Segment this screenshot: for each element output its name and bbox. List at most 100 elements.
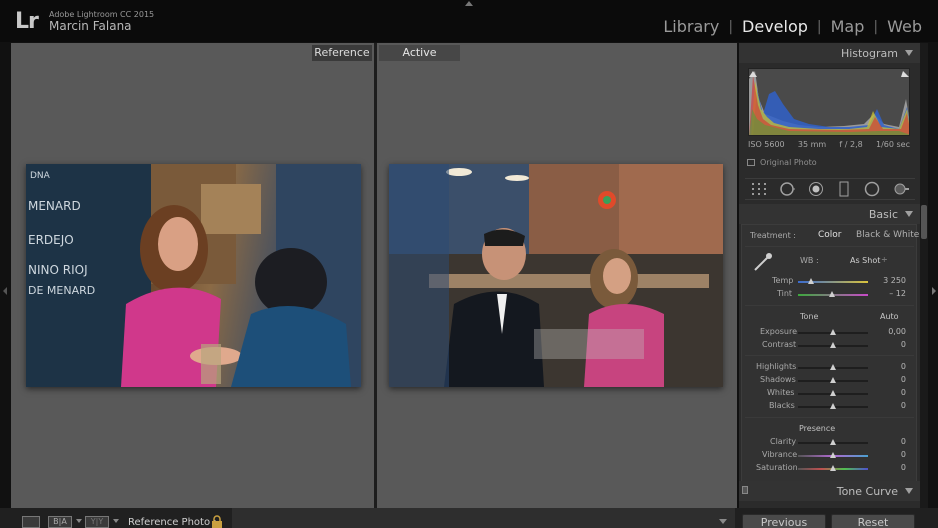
graduated-filter-icon[interactable]: [836, 181, 852, 197]
top-panel-toggle-icon[interactable]: [465, 1, 473, 6]
whites-label: Whites: [767, 388, 795, 397]
module-library[interactable]: Library: [663, 17, 719, 36]
contrast-value[interactable]: 0: [866, 340, 906, 349]
module-develop[interactable]: Develop: [742, 17, 808, 36]
histogram-graph: [748, 68, 910, 136]
highlights-slider-knob[interactable]: [830, 364, 836, 370]
contrast-slider-knob[interactable]: [830, 342, 836, 348]
lock-icon[interactable]: [211, 514, 223, 528]
vibrance-slider-knob[interactable]: [830, 452, 836, 458]
panel-scrollbar-thumb[interactable]: [921, 205, 927, 239]
module-picker: Library | Develop | Map | Web: [663, 17, 922, 36]
yy-dropdown-icon[interactable]: [113, 519, 119, 523]
active-tag: Active: [379, 45, 460, 61]
blacks-value[interactable]: 0: [866, 401, 906, 410]
crop-overlay-icon[interactable]: [751, 181, 767, 197]
eyedropper-icon[interactable]: [752, 251, 774, 277]
vibrance-value[interactable]: 0: [866, 450, 906, 459]
chalk-line-5: DE MENARD: [28, 284, 95, 297]
tint-slider[interactable]: [798, 291, 868, 297]
treatment-label: Treatment :: [750, 231, 796, 240]
red-eye-icon[interactable]: [808, 181, 824, 197]
whites-slider[interactable]: [798, 390, 868, 396]
exposure-slider[interactable]: [798, 329, 868, 335]
histogram-art: [749, 69, 909, 135]
left-panel-toggle-icon[interactable]: [3, 287, 7, 295]
spot-removal-icon[interactable]: [779, 181, 796, 197]
whites-value[interactable]: 0: [866, 388, 906, 397]
exposure-label: Exposure: [760, 327, 798, 336]
temp-slider-knob[interactable]: [808, 278, 814, 284]
basic-header[interactable]: Basic: [739, 204, 920, 224]
panel-switch-icon[interactable]: [742, 486, 748, 494]
tint-value[interactable]: – 12: [866, 289, 906, 298]
module-separator: |: [873, 18, 879, 35]
module-web[interactable]: Web: [887, 17, 922, 36]
tone-curve-header[interactable]: Tone Curve: [739, 481, 920, 501]
before-after-dropdown-icon[interactable]: [76, 519, 82, 523]
blacks-slider-knob[interactable]: [830, 403, 836, 409]
adjustment-brush-icon[interactable]: [893, 181, 909, 197]
highlights-slider[interactable]: [798, 364, 868, 370]
separator: [745, 355, 914, 356]
shutter-speed: 1/60 sec: [875, 140, 910, 149]
tone-curve-title: Tone Curve: [836, 485, 898, 498]
separator: [745, 305, 914, 306]
highlights-value[interactable]: 0: [866, 362, 906, 371]
saturation-slider[interactable]: [798, 465, 868, 471]
blacks-slider[interactable]: [798, 403, 868, 409]
wb-dropdown-arrows-icon[interactable]: ÷: [881, 255, 888, 264]
reference-photo[interactable]: DNA MENARD ERDEJO NINO RIOJ DE MENARD: [26, 164, 361, 387]
collapse-triangle-icon[interactable]: [905, 488, 913, 494]
treatment-color[interactable]: Color: [818, 230, 842, 240]
top-bar: Lr Adobe Lightroom CC 2015 Marcin Falana…: [0, 0, 938, 42]
temp-value[interactable]: 3 250: [866, 276, 906, 285]
reset-button[interactable]: Reset: [831, 514, 915, 528]
clarity-slider-knob[interactable]: [830, 439, 836, 445]
loupe-view-icon[interactable]: [22, 516, 40, 528]
shadows-value[interactable]: 0: [866, 375, 906, 384]
clarity-value[interactable]: 0: [866, 437, 906, 446]
yy-view-icon[interactable]: Y|Y: [85, 516, 109, 528]
shadows-slider[interactable]: [798, 377, 868, 383]
before-after-view-icon[interactable]: B|A: [48, 516, 72, 528]
view-divider: [374, 43, 377, 508]
auto-tone-button[interactable]: Auto: [880, 312, 899, 321]
chalk-line-3: ERDEJO: [28, 233, 74, 247]
previous-button[interactable]: Previous: [742, 514, 826, 528]
vibrance-slider[interactable]: [798, 452, 868, 458]
temp-label: Temp: [772, 276, 794, 285]
lightroom-logo: Lr: [15, 9, 39, 34]
collapse-triangle-icon[interactable]: [905, 50, 913, 56]
saturation-value[interactable]: 0: [866, 463, 906, 472]
module-map[interactable]: Map: [831, 17, 865, 36]
clarity-slider[interactable]: [798, 439, 868, 445]
original-photo-toggle[interactable]: Original Photo: [747, 158, 817, 167]
exposure-value[interactable]: 0,00: [866, 327, 906, 336]
collapse-triangle-icon[interactable]: [905, 211, 913, 217]
temp-slider[interactable]: [798, 278, 868, 284]
separator: [745, 246, 914, 247]
saturation-label: Saturation: [756, 463, 798, 472]
tint-slider-knob[interactable]: [829, 291, 835, 297]
contrast-slider[interactable]: [798, 342, 868, 348]
treatment-black-white[interactable]: Black & White: [856, 230, 919, 240]
whites-slider-knob[interactable]: [830, 390, 836, 396]
right-panel-toggle-icon[interactable]: [932, 287, 936, 295]
exposure-slider-knob[interactable]: [830, 329, 836, 335]
saturation-slider-knob[interactable]: [830, 465, 836, 471]
toolbar-options-dropdown-icon[interactable]: [719, 519, 727, 524]
user-name: Marcin Falana: [49, 19, 132, 33]
vibrance-label: Vibrance: [762, 450, 798, 459]
develop-tool-strip: [745, 178, 915, 200]
wb-value-dropdown[interactable]: As Shot: [850, 256, 880, 265]
radial-filter-icon[interactable]: [864, 181, 880, 197]
separator: [745, 417, 914, 418]
histogram-title: Histogram: [840, 47, 898, 60]
histogram-header[interactable]: Histogram: [739, 43, 920, 63]
iso-value: ISO 5600: [748, 140, 785, 149]
shadows-slider-knob[interactable]: [830, 377, 836, 383]
original-photo-checkbox[interactable]: [747, 159, 755, 166]
panel-scrollbar[interactable]: [920, 43, 928, 508]
active-photo[interactable]: [389, 164, 723, 387]
